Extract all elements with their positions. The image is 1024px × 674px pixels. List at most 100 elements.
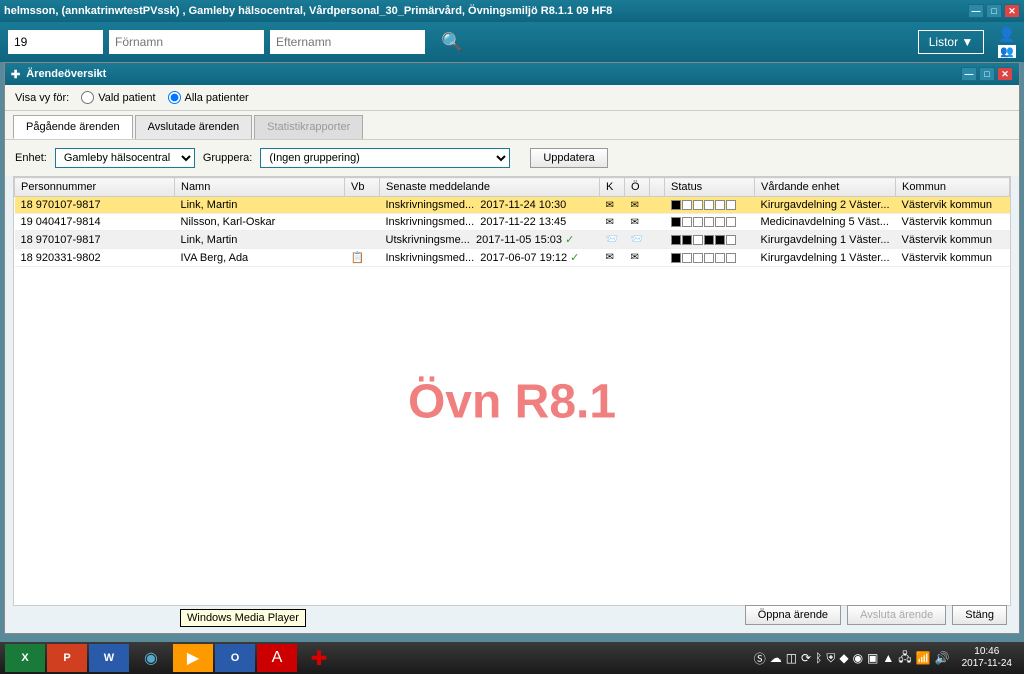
taskbar-powerpoint-icon[interactable]: P: [47, 644, 87, 672]
taskbar-word-icon[interactable]: W: [89, 644, 129, 672]
controls-row: Enhet: Gamleby hälsocentral Gruppera: (I…: [5, 139, 1019, 176]
tray-badge-icon[interactable]: ◆: [839, 651, 848, 665]
stang-button[interactable]: Stäng: [952, 605, 1007, 625]
refresh-icon: ✚: [11, 68, 20, 81]
tray-sync-icon[interactable]: ⟳: [801, 651, 811, 665]
taskbar-outlook-icon[interactable]: O: [215, 644, 255, 672]
cell-kommun: Västervik kommun: [896, 197, 1010, 214]
cell-kommun: Västervik kommun: [896, 249, 1010, 267]
col-personnummer[interactable]: Personnummer: [15, 178, 175, 197]
cell-status: [665, 214, 755, 231]
cell-vb: [345, 214, 380, 231]
table-row[interactable]: 18 970107-9817Link, MartinUtskrivningsme…: [15, 231, 1010, 249]
tab-avslutade[interactable]: Avslutade ärenden: [135, 115, 253, 139]
radio-vald-patient[interactable]: Vald patient: [81, 91, 155, 104]
users-icon[interactable]: 👥: [998, 45, 1016, 58]
table-row[interactable]: 18 970107-9817Link, MartinInskrivningsme…: [15, 197, 1010, 214]
cell-kommun: Västervik kommun: [896, 214, 1010, 231]
enhet-label: Enhet:: [15, 152, 47, 164]
panel-titlebar: ✚ Ärendeöversikt — □ ✕: [5, 63, 1019, 85]
taskbar-adobe-icon[interactable]: A: [257, 644, 297, 672]
cell-vb: 📋: [345, 249, 380, 267]
table-row[interactable]: 18 920331-9802IVA Berg, Ada📋Inskrivnings…: [15, 249, 1010, 267]
tab-pagaende[interactable]: Pågående ärenden: [13, 115, 133, 139]
tray-box-icon[interactable]: ▣: [867, 651, 878, 665]
tray-bluetooth-icon[interactable]: ᛒ: [815, 651, 822, 665]
gruppera-select[interactable]: (Ingen gruppering): [260, 148, 510, 168]
efternamn-input[interactable]: [270, 30, 425, 54]
cell-status: [665, 231, 755, 249]
tray-volume-icon[interactable]: 🔊: [935, 651, 950, 665]
listor-dropdown[interactable]: Listor ▼: [918, 30, 985, 54]
taskbar-clock[interactable]: 10:46 2017-11-24: [962, 646, 1012, 670]
close-button[interactable]: ✕: [1004, 4, 1020, 18]
cell-vardande: Kirurgavdelning 1 Väster...: [755, 231, 896, 249]
main-panel: ✚ Ärendeöversikt — □ ✕ Visa vy för: Vald…: [4, 62, 1020, 634]
cell-namn: Link, Martin: [175, 231, 345, 249]
cell-k: 📨: [600, 231, 625, 249]
cell-status: [665, 249, 755, 267]
table-row[interactable]: 19 040417-9814Nilsson, Karl-Oskar Inskriv…: [15, 214, 1010, 231]
cell-vardande: Medicinavdelning 5 Väst...: [755, 214, 896, 231]
search-icon[interactable]: 🔍: [441, 32, 463, 53]
cell-k: ✉: [600, 249, 625, 267]
maximize-button[interactable]: □: [986, 4, 1002, 18]
visa-label: Visa vy för:: [15, 92, 69, 104]
col-kommun[interactable]: Kommun: [896, 178, 1010, 197]
gruppera-label: Gruppera:: [203, 152, 253, 164]
avsluta-arende-button: Avsluta ärende: [847, 605, 946, 625]
tray-up-icon[interactable]: ▲: [882, 651, 894, 665]
tab-bar: Pågående ärenden Avslutade ärenden Stati…: [5, 111, 1019, 139]
cell-namn: IVA Berg, Ada: [175, 249, 345, 267]
col-vardande[interactable]: Vårdande enhet: [755, 178, 896, 197]
col-vb[interactable]: Vb: [345, 178, 380, 197]
taskbar-app-icon[interactable]: ◉: [131, 644, 171, 672]
panel-minimize-button[interactable]: —: [961, 67, 977, 81]
user-icon[interactable]: 👤: [998, 26, 1016, 43]
cell-senaste: Inskrivningsmed... 2017-11-24 10:30: [380, 197, 600, 214]
taskbar-excel-icon[interactable]: X: [5, 644, 45, 672]
tray-onedrive-icon[interactable]: ☁: [770, 651, 782, 665]
cell-personnummer: 19 040417-9814: [15, 214, 175, 231]
cell-o: 📨: [625, 231, 650, 249]
watermark: Övn R8.1: [408, 375, 616, 430]
window-titlebar: helmsson, (annkatrinwtestPVssk) , Gamleb…: [0, 0, 1024, 22]
cell-k: ✉: [600, 214, 625, 231]
tray-shield-icon[interactable]: ⛨: [826, 651, 835, 666]
col-k[interactable]: K: [600, 178, 625, 197]
oppna-arende-button[interactable]: Öppna ärende: [745, 605, 841, 625]
panel-maximize-button[interactable]: □: [979, 67, 995, 81]
fornamn-input[interactable]: [109, 30, 264, 54]
panel-close-button[interactable]: ✕: [997, 67, 1013, 81]
system-tray: Ⓢ ☁ ◫ ⟳ ᛒ ⛨ ◆ ◉ ▣ ▲ 🖧 📶 🔊 10:46 2017-11-…: [754, 646, 1020, 670]
taskbar-mediaplayer-icon[interactable]: ▶: [173, 644, 213, 672]
cell-k: ✉: [600, 197, 625, 214]
cell-senaste: Inskrivningsmed... 2017-06-07 19:12 ✓: [380, 249, 600, 267]
window-title: helmsson, (annkatrinwtestPVssk) , Gamleb…: [4, 5, 968, 17]
col-status[interactable]: Status: [665, 178, 755, 197]
search-id-input[interactable]: [8, 30, 103, 54]
bottom-button-row: Öppna ärende Avsluta ärende Stäng: [745, 605, 1007, 625]
tray-skype-icon[interactable]: Ⓢ: [754, 650, 766, 667]
tray-network-icon[interactable]: 🖧: [898, 648, 911, 669]
tray-wifi-icon[interactable]: 📶: [916, 651, 931, 665]
minimize-button[interactable]: —: [968, 4, 984, 18]
cell-vardande: Kirurgavdelning 2 Väster...: [755, 197, 896, 214]
cases-table: Personnummer Namn Vb Senaste meddelande …: [14, 177, 1010, 267]
cell-senaste: Inskrivningsmed... 2017-11-22 13:45: [380, 214, 600, 231]
radio-alla-patienter[interactable]: Alla patienter: [168, 91, 249, 104]
cell-namn: Nilsson, Karl-Oskar: [175, 214, 345, 231]
col-senaste[interactable]: Senaste meddelande: [380, 178, 600, 197]
col-spacer: [650, 178, 665, 197]
tab-statistik: Statistikrapporter: [254, 115, 363, 139]
cell-vb: [345, 197, 380, 214]
view-filter-row: Visa vy för: Vald patient Alla patienter: [5, 85, 1019, 111]
enhet-select[interactable]: Gamleby hälsocentral: [55, 148, 195, 168]
col-o[interactable]: Ö: [625, 178, 650, 197]
uppdatera-button[interactable]: Uppdatera: [530, 148, 607, 168]
taskbar-tooltip: Windows Media Player: [180, 609, 306, 627]
tray-app-icon[interactable]: ◉: [853, 651, 863, 665]
tray-outlook-icon[interactable]: ◫: [786, 651, 797, 665]
taskbar-medical-icon[interactable]: ✚: [299, 644, 339, 672]
col-namn[interactable]: Namn: [175, 178, 345, 197]
